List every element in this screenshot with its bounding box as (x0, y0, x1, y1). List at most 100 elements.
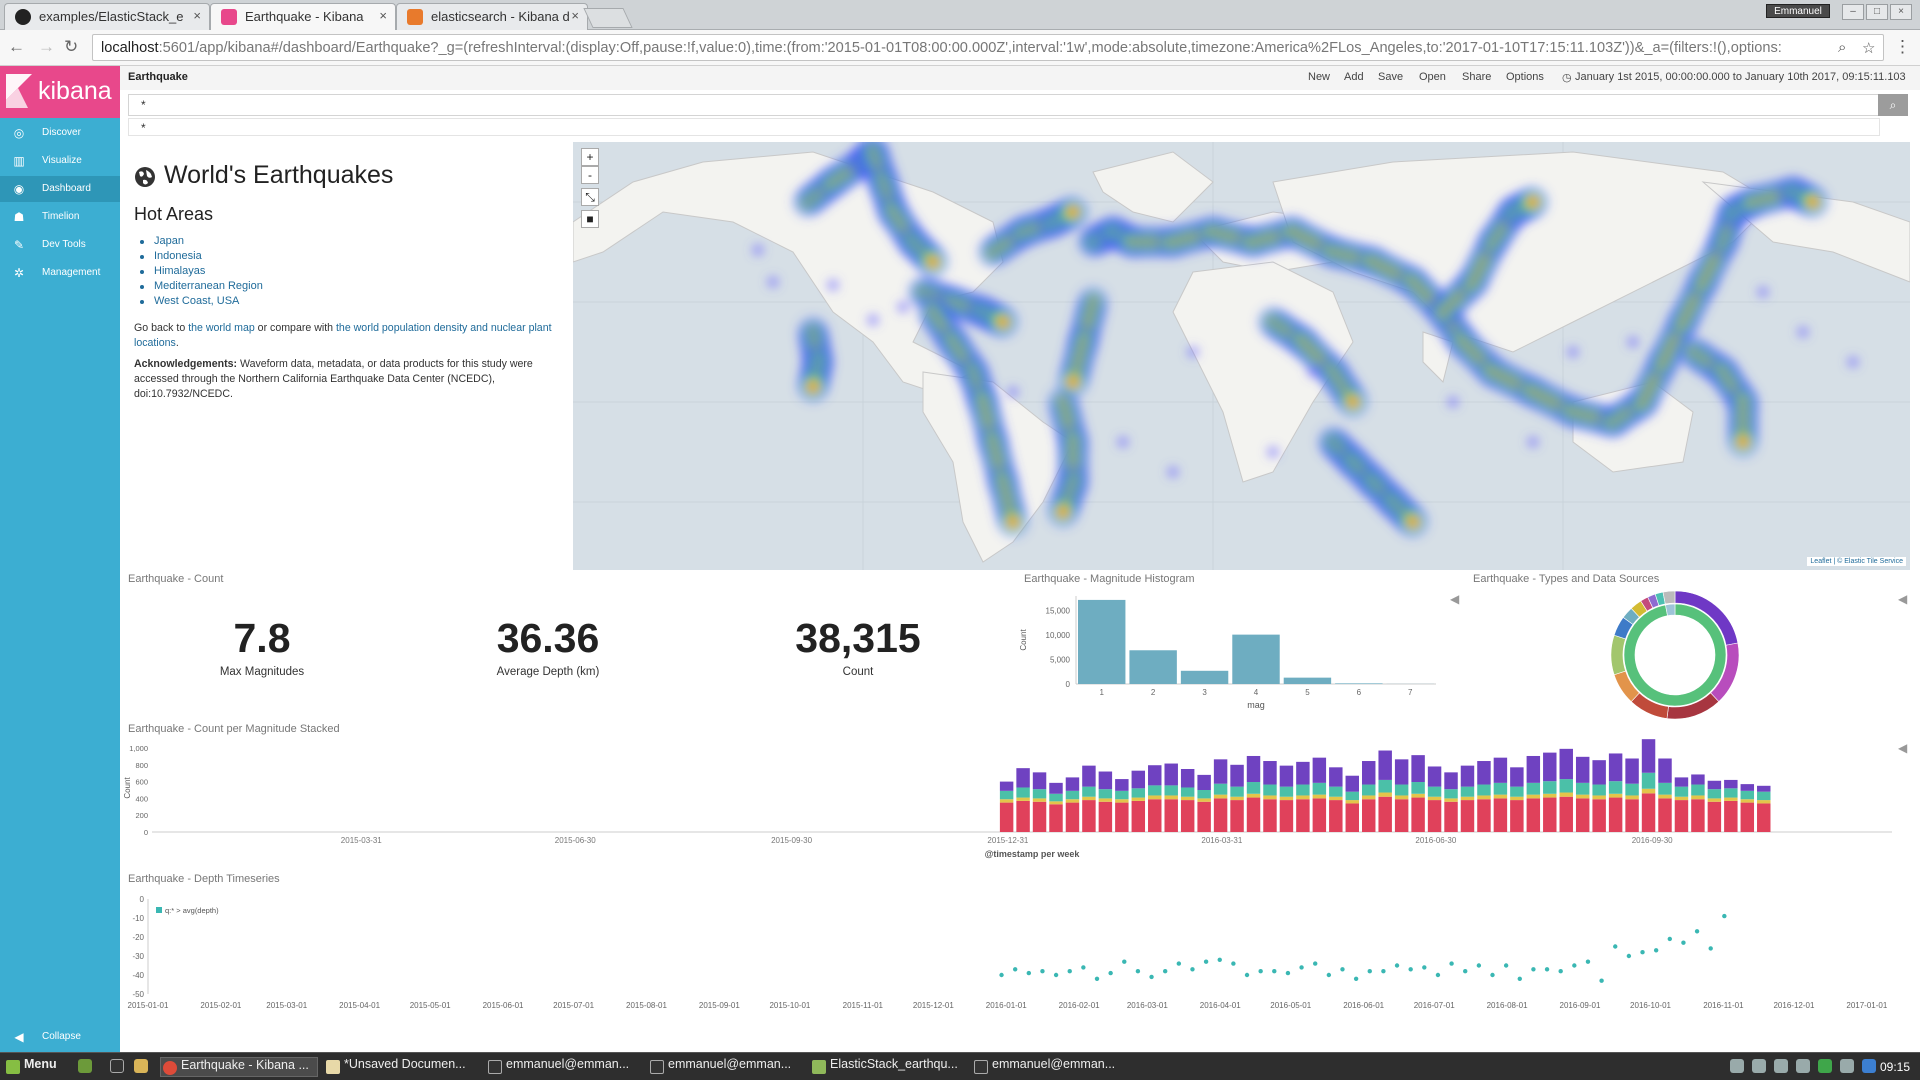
close-icon[interactable]: × (571, 8, 579, 23)
leaflet-link[interactable]: Leaflet (1810, 558, 1831, 565)
bookmark-star-icon[interactable]: ☆ (1862, 39, 1875, 57)
stacked-bar-segment (1674, 800, 1689, 832)
reload-icon[interactable]: ↻ (64, 38, 78, 56)
kibana-logo[interactable]: kibana (0, 66, 120, 118)
data-point (1408, 967, 1413, 972)
zoom-in-button[interactable]: + (581, 148, 599, 166)
sidebar-item-management[interactable]: ✲ Management (0, 260, 120, 286)
terminal-icon (488, 1060, 502, 1074)
taskbar-item-editor[interactable]: *Unsaved Documen... (324, 1057, 482, 1077)
stacked-bar-segment (1115, 790, 1129, 800)
stacked-bar-segment (1296, 784, 1310, 796)
stacked-bar-segment (1707, 780, 1722, 790)
search-input[interactable]: * (128, 94, 1880, 116)
stacked-bar-segment (1378, 792, 1392, 797)
taskbar-item-kibana[interactable]: Earthquake - Kibana ... (160, 1057, 318, 1077)
search-button[interactable]: ⌕ (1878, 94, 1908, 116)
wifi-icon[interactable] (1752, 1059, 1766, 1073)
query-suggestion[interactable]: * (128, 118, 1880, 136)
show-desktop-icon[interactable] (78, 1059, 92, 1073)
draw-rectangle-icon[interactable]: ■ (581, 210, 599, 228)
open-button[interactable]: Open (1419, 71, 1446, 83)
zoom-icon[interactable]: ⌕ (1838, 39, 1846, 56)
start-menu-button[interactable]: Menu (4, 1057, 66, 1077)
sidebar-item-discover[interactable]: ◎ Discover (0, 120, 120, 146)
taskbar-item-terminal[interactable]: emmanuel@emman... (972, 1057, 1130, 1077)
stacked-bar-segment (1345, 791, 1359, 801)
sidebar-item-timelion[interactable]: ☗ Timelion (0, 204, 120, 230)
x-tick-label: 2015-06-30 (555, 836, 596, 845)
menu-kebab-icon[interactable]: ⋮ (1894, 37, 1911, 57)
world-map-link[interactable]: the world map (188, 322, 255, 334)
legend-toggle-icon[interactable]: ◀ (1898, 592, 1907, 606)
data-point (1190, 967, 1195, 972)
zoom-out-button[interactable]: - (581, 166, 599, 184)
sidebar-item-visualize[interactable]: ▥ Visualize (0, 148, 120, 174)
new-tab-button[interactable] (583, 8, 633, 28)
battery-icon[interactable] (1774, 1059, 1788, 1073)
legend-toggle-icon[interactable]: ◀ (1898, 741, 1907, 755)
back-icon[interactable]: ← (8, 38, 25, 56)
taskbar-label: Earthquake - Kibana ... (181, 1058, 309, 1072)
sidebar-collapse[interactable]: ◀ Collapse (0, 1024, 120, 1050)
heat-spot (1069, 378, 1077, 386)
forward-icon[interactable]: → (38, 38, 55, 56)
fit-bounds-icon[interactable]: ⤡ (581, 188, 599, 206)
earthquake-heatmap[interactable]: + - ⤡ ■ Leaflet | © Elastic Tile Service (573, 142, 1910, 570)
stacked-bar-segment (1246, 782, 1261, 794)
minimize-icon[interactable]: – (1842, 4, 1864, 20)
options-button[interactable]: Options (1506, 71, 1544, 83)
share-button[interactable]: Share (1462, 71, 1491, 83)
volume-icon[interactable] (1796, 1059, 1810, 1073)
tile-service-link[interactable]: Elastic Tile Service (1844, 558, 1903, 565)
sidebar-item-dev-tools[interactable]: ✎ Dev Tools (0, 232, 120, 258)
stacked-bar-segment (1641, 739, 1656, 773)
files-icon[interactable] (134, 1059, 148, 1073)
close-window-icon[interactable]: × (1890, 4, 1912, 20)
x-tick-label: 2016-08-01 (1487, 1001, 1528, 1010)
hot-area-link[interactable]: Mediterranean Region (140, 279, 564, 294)
data-point (1231, 961, 1236, 966)
legend-toggle-icon[interactable]: ◀ (1450, 592, 1459, 606)
save-button[interactable]: Save (1378, 71, 1403, 83)
hot-area-link[interactable]: Indonesia (140, 249, 564, 264)
add-button[interactable]: Add (1344, 71, 1364, 83)
update-shield-icon[interactable] (1818, 1059, 1832, 1073)
heat-spot (1567, 346, 1579, 358)
bluetooth-icon[interactable] (1862, 1059, 1876, 1073)
github-icon (15, 9, 31, 25)
terminal-icon[interactable] (110, 1059, 124, 1073)
sidebar-item-label: Visualize (42, 155, 82, 166)
stacked-bar-segment (1362, 799, 1376, 832)
close-icon[interactable]: × (379, 8, 387, 23)
network-icon[interactable] (1730, 1059, 1744, 1073)
data-point (1040, 969, 1045, 974)
new-button[interactable]: New (1308, 71, 1330, 83)
attribution-sep: | © (1831, 558, 1845, 565)
taskbar-item-terminal[interactable]: emmanuel@emman... (486, 1057, 644, 1077)
browser-tab-github[interactable]: examples/ElasticStack_e × (4, 3, 210, 30)
stacked-bar-segment (1378, 750, 1392, 780)
text-editor-icon (326, 1060, 340, 1074)
taskbar-clock: 09:15 (1879, 1060, 1910, 1074)
display-icon[interactable] (1840, 1059, 1854, 1073)
maximize-icon[interactable]: □ (1866, 4, 1888, 20)
stacked-bar-segment (1164, 795, 1178, 800)
close-icon[interactable]: × (193, 8, 201, 23)
address-bar[interactable]: localhost:5601/app/kibana#/dashboard/Ear… (92, 34, 1884, 61)
stacked-bar-segment (1658, 794, 1672, 799)
data-point (1094, 976, 1100, 981)
hot-area-link[interactable]: Himalayas (140, 264, 564, 279)
kibana-logo-icon (6, 74, 32, 108)
browser-tab-elasticsearch[interactable]: elasticsearch - Kibana d × (396, 3, 588, 30)
sidebar-item-dashboard[interactable]: ◉ Dashboard (0, 176, 120, 202)
profile-badge[interactable]: Emmanuel (1766, 4, 1830, 18)
sidebar-item-label: Management (42, 267, 101, 278)
taskbar-item-folder[interactable]: ElasticStack_earthqu... (810, 1057, 968, 1077)
sidebar-item-label: Dev Tools (42, 239, 86, 250)
hot-area-link[interactable]: West Coast, USA (140, 294, 564, 309)
browser-tab-kibana[interactable]: Earthquake - Kibana × (210, 3, 396, 30)
hot-area-link[interactable]: Japan (140, 234, 564, 249)
taskbar-item-terminal[interactable]: emmanuel@emman... (648, 1057, 806, 1077)
time-picker[interactable]: January 1st 2015, 00:00:00.000 to Januar… (1575, 71, 1906, 83)
